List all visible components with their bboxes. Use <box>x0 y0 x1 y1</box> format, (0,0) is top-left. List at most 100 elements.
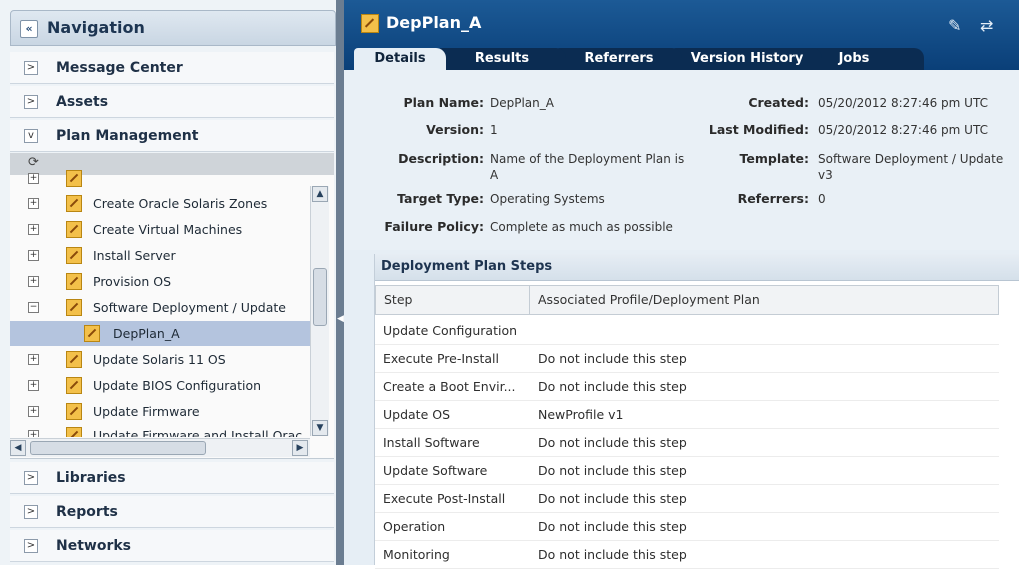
plan-folder-icon <box>66 377 82 394</box>
tree-item[interactable]: + Update Firmware <box>10 399 310 424</box>
scroll-up-icon[interactable]: ▲ <box>312 186 328 202</box>
tree-item-partial[interactable]: + <box>10 166 310 191</box>
accordion-reports[interactable]: > Reports <box>10 496 334 528</box>
edit-icon[interactable]: ✎ <box>948 16 961 35</box>
tree-item-label: Install Server <box>93 248 176 263</box>
collapse-panel-icon[interactable]: « <box>20 20 38 38</box>
accordion-label: Networks <box>56 538 132 554</box>
tree-item-label: Update Firmware <box>93 404 200 419</box>
tree-item[interactable]: + Update Firmware and Install Orac <box>10 423 310 437</box>
expand-icon[interactable]: + <box>28 250 39 261</box>
tree-item[interactable]: + Provision OS <box>10 269 310 294</box>
tree-item[interactable]: + Create Oracle Solaris Zones <box>10 191 310 216</box>
target-type-value: Operating Systems <box>490 192 605 206</box>
table-row[interactable]: Update Software Do not include this step <box>375 456 999 485</box>
description-value: Name of the Deployment Plan is <box>490 152 685 166</box>
accordion-libraries[interactable]: > Libraries <box>10 462 334 494</box>
accordion-label: Libraries <box>56 470 126 486</box>
tree-item[interactable]: − Software Deployment / Update <box>10 295 310 320</box>
tree-item-label: Provision OS <box>93 274 172 289</box>
table-row[interactable]: Operation Do not include this step <box>375 512 999 541</box>
tree-horizontal-scrollbar[interactable]: ◀ ▶ <box>10 438 310 457</box>
description-label: Description: <box>398 151 484 166</box>
panel-splitter[interactable]: ◀ <box>336 0 344 565</box>
profile-cell: Do not include this step <box>538 351 687 366</box>
accordion-plan-management[interactable]: v Plan Management <box>10 120 334 152</box>
table-row[interactable]: Install Software Do not include this ste… <box>375 428 999 457</box>
plan-folder-icon <box>66 273 82 290</box>
navigation-title: Navigation <box>47 18 145 37</box>
chevron-right-icon: > <box>24 471 38 485</box>
plan-folder-icon <box>66 247 82 264</box>
tab-referrers[interactable]: Referrers <box>556 48 682 70</box>
template-label: Template: <box>739 151 810 166</box>
referrers-label: Referrers: <box>737 191 809 206</box>
swap-icon[interactable]: ⇄ <box>980 16 993 35</box>
tree-item-label: Update Firmware and Install Orac <box>93 428 303 437</box>
tree-item-label: DepPlan_A <box>113 326 180 341</box>
accordion-networks[interactable]: > Networks <box>10 530 334 562</box>
plan-folder-icon <box>66 221 82 238</box>
steps-header: Deployment Plan Steps <box>375 254 1019 281</box>
accordion-label: Reports <box>56 504 118 520</box>
template-value-cont: v3 <box>818 168 833 182</box>
scroll-thumb[interactable] <box>30 441 206 455</box>
scroll-right-icon[interactable]: ▶ <box>292 440 308 456</box>
profile-cell: NewProfile v1 <box>538 407 624 422</box>
plan-folder-icon <box>66 427 82 437</box>
tree-item[interactable]: + Create Virtual Machines <box>10 217 310 242</box>
accordion-label: Plan Management <box>56 128 199 144</box>
plan-name-label: Plan Name: <box>403 95 484 110</box>
last-modified-label: Last Modified: <box>708 122 809 137</box>
tree-item-selected[interactable]: DepPlan_A <box>10 321 310 346</box>
accordion-message-center[interactable]: > Message Center <box>10 52 334 84</box>
expand-icon[interactable]: + <box>28 430 39 437</box>
tree-item-label: Create Virtual Machines <box>93 222 243 237</box>
tab-version-history[interactable]: Version History <box>672 48 822 70</box>
accordion-label: Message Center <box>56 60 183 76</box>
collapse-icon[interactable]: − <box>28 302 39 313</box>
accordion-label: Assets <box>56 94 109 110</box>
plan-folder-icon <box>66 170 82 187</box>
tree-vertical-scrollbar[interactable]: ▲ ▼ <box>310 186 329 436</box>
accordion-assets[interactable]: > Assets <box>10 86 334 118</box>
profile-cell: Do not include this step <box>538 379 687 394</box>
page-title: DepPlan_A <box>386 13 482 32</box>
profile-cell: Do not include this step <box>538 463 687 478</box>
expand-icon[interactable]: + <box>28 173 39 184</box>
tree-item[interactable]: + Update BIOS Configuration <box>10 373 310 398</box>
tree-item-label: Software Deployment / Update <box>93 300 286 315</box>
table-row[interactable]: Update OS NewProfile v1 <box>375 400 999 429</box>
profile-cell: Do not include this step <box>538 547 687 562</box>
referrers-value: 0 <box>818 192 826 206</box>
collapse-left-icon[interactable]: ◀ <box>337 314 344 324</box>
column-header-step[interactable]: Step <box>375 285 530 315</box>
table-row[interactable]: Create a Boot Envir... Do not include th… <box>375 372 999 401</box>
table-row[interactable]: Execute Post-Install Do not include this… <box>375 484 999 513</box>
plan-folder-icon <box>66 195 82 212</box>
table-row[interactable]: Update Configuration <box>375 316 999 345</box>
expand-icon[interactable]: + <box>28 354 39 365</box>
template-value: Software Deployment / Update <box>818 152 1004 166</box>
tree-item[interactable]: + Update Solaris 11 OS <box>10 347 310 372</box>
plan-folder-icon <box>66 299 82 316</box>
chevron-down-icon: v <box>24 129 38 143</box>
tab-details[interactable]: Details <box>354 48 446 70</box>
profile-cell: Do not include this step <box>538 491 687 506</box>
tab-results[interactable]: Results <box>438 48 566 70</box>
created-label: Created: <box>748 95 809 110</box>
version-value: 1 <box>490 123 498 137</box>
expand-icon[interactable]: + <box>28 276 39 287</box>
target-type-label: Target Type: <box>397 191 484 206</box>
tree-item[interactable]: + Install Server <box>10 243 310 268</box>
scroll-left-icon[interactable]: ◀ <box>10 440 26 456</box>
expand-icon[interactable]: + <box>28 406 39 417</box>
column-header-profile[interactable]: Associated Profile/Deployment Plan <box>529 285 999 315</box>
table-row[interactable]: Execute Pre-Install Do not include this … <box>375 344 999 373</box>
expand-icon[interactable]: + <box>28 380 39 391</box>
plan-folder-icon <box>66 403 82 420</box>
expand-icon[interactable]: + <box>28 224 39 235</box>
expand-icon[interactable]: + <box>28 198 39 209</box>
scroll-down-icon[interactable]: ▼ <box>312 420 328 436</box>
scroll-thumb[interactable] <box>313 268 327 326</box>
